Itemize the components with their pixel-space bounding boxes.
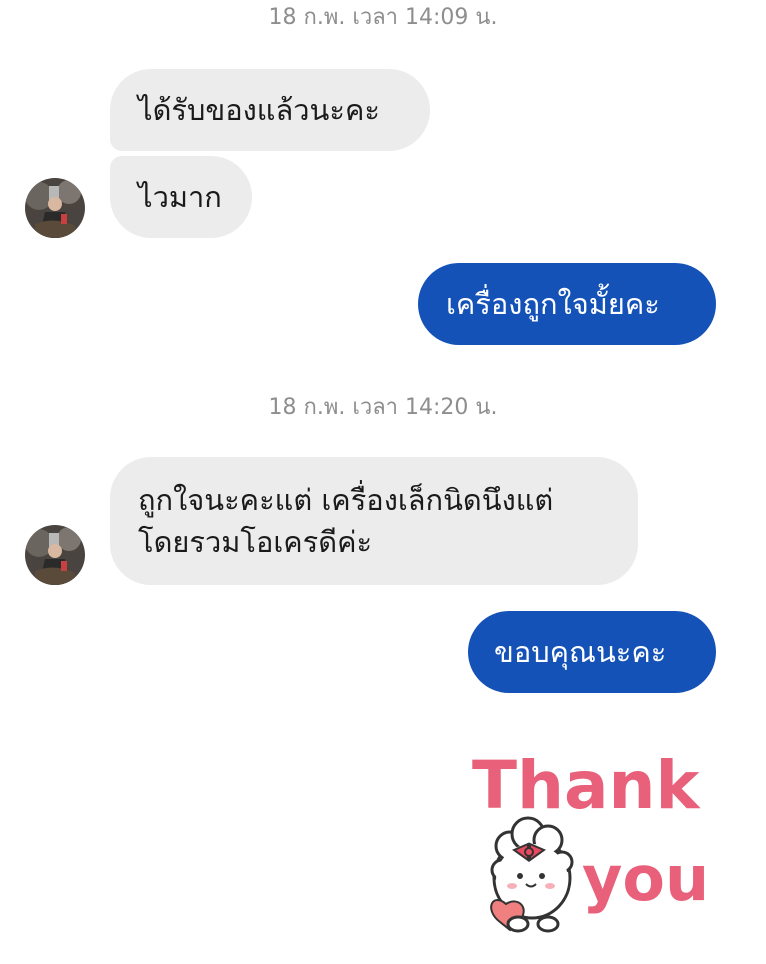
chat-screen: { "conversation": { "timestamp_1": "18 ก… — [0, 0, 766, 960]
avatar-photo-icon — [25, 178, 85, 238]
message-text: ขอบคุณนะคะ — [494, 635, 667, 669]
sticker-word: you — [582, 842, 709, 915]
message-text-line: ถูกใจนะคะแต่ เครื่องเล็กนิดนึงแต่ — [138, 483, 554, 517]
message-text: ได้รับของแล้วนะคะ — [138, 93, 380, 127]
avatar-photo-icon — [25, 525, 85, 585]
message-text-line: โดยรวมโอเครดีค่ะ — [138, 525, 373, 559]
incoming-message[interactable]: ได้รับของแล้วนะคะ — [110, 69, 430, 151]
contact-avatar[interactable] — [25, 178, 85, 238]
timestamp: 18 ก.พ. เวลา 14:20 น. — [268, 395, 498, 420]
sticker-word: Thank — [472, 747, 702, 824]
outgoing-message[interactable]: ขอบคุณนะคะ — [468, 611, 716, 693]
contact-avatar[interactable] — [25, 525, 85, 585]
incoming-message[interactable]: ถูกใจนะคะแต่ เครื่องเล็กนิดนึงแต่ โดยรวม… — [110, 457, 638, 585]
incoming-message[interactable]: ไวมาก — [110, 156, 252, 238]
thank-you-bunny-sticker-icon: Thank you — [471, 746, 711, 933]
message-text: ไวมาก — [138, 180, 222, 214]
timestamp: 18 ก.พ. เวลา 14:09 น. — [268, 5, 498, 30]
message-text: เครื่องถูกใจมั้ยคะ — [446, 287, 660, 321]
outgoing-message[interactable]: เครื่องถูกใจมั้ยคะ — [418, 263, 716, 345]
thank-you-sticker[interactable]: Thank you — [470, 738, 720, 960]
